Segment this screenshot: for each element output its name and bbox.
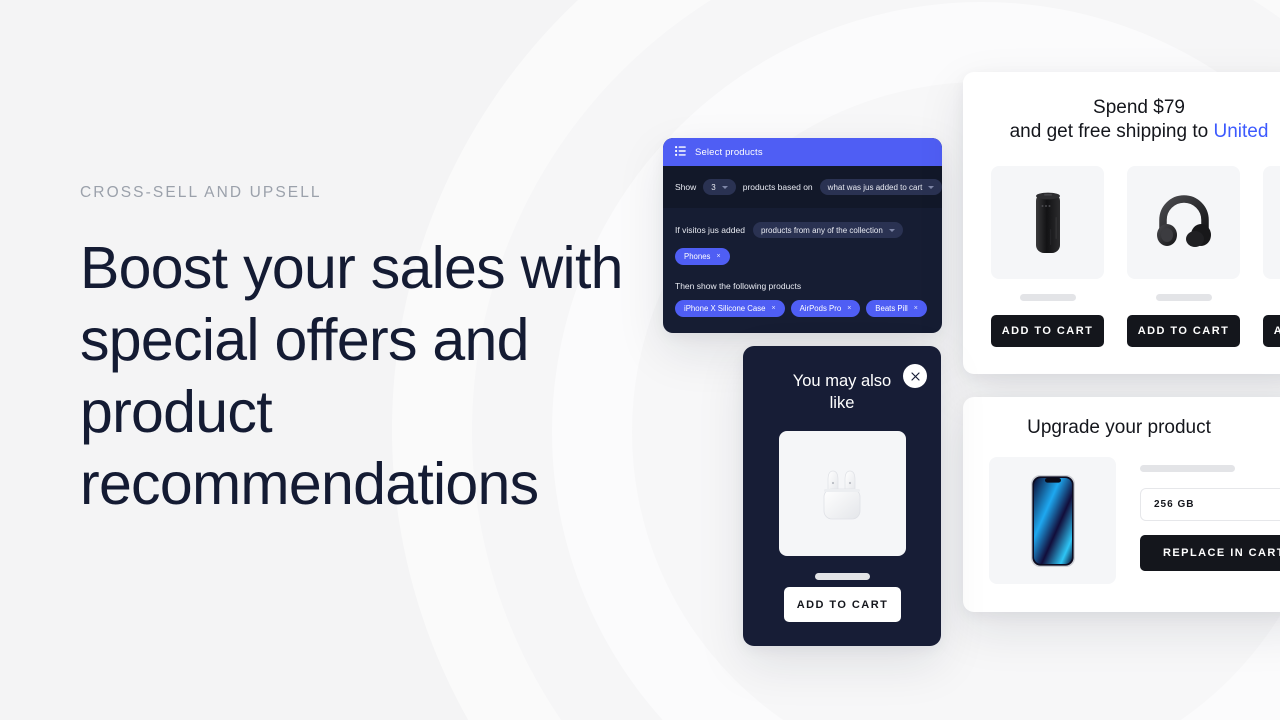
condition-label: If visitos jus added bbox=[675, 225, 745, 235]
chevron-down-icon bbox=[888, 228, 895, 232]
product-title-placeholder bbox=[814, 573, 870, 580]
airpods-image bbox=[823, 470, 861, 519]
variant-value: 256 GB bbox=[1154, 499, 1195, 510]
product-image-container bbox=[778, 431, 906, 556]
product-image-container bbox=[989, 457, 1116, 584]
free-shipping-prefix: and get free shipping to bbox=[1009, 121, 1209, 142]
list-icon bbox=[675, 143, 686, 161]
iphone-image bbox=[1030, 474, 1075, 567]
upgrade-product-card: Upgrade your product 256 GB REPLACE IN C… bbox=[963, 397, 1280, 612]
recommendation-source-dropdown[interactable]: what was jus added to cart bbox=[819, 179, 942, 195]
product-tag-label: AirPods Pro bbox=[799, 304, 842, 313]
replace-in-cart-button[interactable]: REPLACE IN CART bbox=[1140, 535, 1280, 571]
headphones-image bbox=[1156, 194, 1211, 247]
close-icon[interactable]: × bbox=[847, 305, 851, 312]
result-label: Then show the following products bbox=[675, 281, 802, 291]
add-to-cart-button[interactable]: ADD TO CART bbox=[1127, 315, 1240, 347]
collection-tag-label: Phones bbox=[684, 252, 711, 261]
product-tag[interactable]: Beats Pill × bbox=[866, 300, 927, 317]
show-count-row: Show 3 products based on what was jus ad… bbox=[663, 166, 942, 208]
select-products-title: Select products bbox=[695, 146, 763, 158]
product-title-placeholder bbox=[1019, 294, 1076, 301]
upgrade-product-options: 256 GB REPLACE IN CART bbox=[1140, 457, 1280, 584]
select-products-panel: Select products Show 3 products based on… bbox=[663, 138, 942, 333]
add-to-cart-button[interactable]: ADD TO CART bbox=[1263, 315, 1280, 347]
close-icon bbox=[910, 371, 920, 381]
free-shipping-card: Spend $79 and get free shipping to Unite… bbox=[963, 72, 1280, 374]
product-tag[interactable]: iPhone X Silicone Case × bbox=[675, 300, 785, 317]
spend-amount-line: Spend $79 bbox=[1093, 97, 1185, 118]
product-title-placeholder bbox=[1155, 294, 1212, 301]
hero-kicker: CROSS-SELL AND UPSELL bbox=[80, 184, 322, 201]
page-title: Boost your sales with special offers and… bbox=[80, 235, 623, 517]
product-card: ADD TO CART bbox=[991, 166, 1104, 347]
close-icon[interactable]: × bbox=[914, 305, 918, 312]
product-card: ADD TO CART bbox=[1127, 166, 1240, 347]
you-may-also-like-card: You may also like ADD TO CART bbox=[743, 346, 941, 646]
country-link[interactable]: United bbox=[1213, 121, 1268, 142]
add-to-cart-button[interactable]: ADD TO CART bbox=[991, 315, 1104, 347]
product-count-dropdown[interactable]: 3 bbox=[703, 179, 736, 195]
product-image-container bbox=[1127, 166, 1240, 279]
upgrade-product-title: Upgrade your product bbox=[1027, 417, 1211, 438]
collection-scope-value: products from any of the collection bbox=[760, 225, 883, 235]
recommended-products-row: ADD TO CART ADD TO CART A bbox=[963, 144, 1280, 347]
condition-tag-row: Phones × bbox=[675, 248, 930, 265]
result-tag-row: iPhone X Silicone Case × AirPods Pro × B… bbox=[675, 300, 930, 317]
product-title-placeholder bbox=[1140, 465, 1235, 472]
chevron-down-icon bbox=[721, 185, 728, 189]
product-tag-label: iPhone X Silicone Case bbox=[684, 304, 766, 313]
collection-tag[interactable]: Phones × bbox=[675, 248, 730, 265]
select-products-header: Select products bbox=[663, 138, 942, 166]
variant-select[interactable]: 256 GB bbox=[1140, 488, 1280, 521]
product-card: ADD TO CART bbox=[1263, 166, 1280, 347]
product-image-container bbox=[991, 166, 1104, 279]
product-count-value: 3 bbox=[711, 182, 716, 192]
select-products-body: If visitos jus added products from any o… bbox=[663, 208, 942, 333]
upgrade-product-body: 256 GB REPLACE IN CART bbox=[963, 439, 1280, 584]
chevron-down-icon bbox=[928, 185, 935, 189]
products-based-on-label: products based on bbox=[742, 182, 813, 192]
condition-row: If visitos jus added products from any o… bbox=[675, 222, 930, 238]
product-tag[interactable]: AirPods Pro × bbox=[790, 300, 861, 317]
free-shipping-title: Spend $79 and get free shipping to Unite… bbox=[963, 96, 1280, 144]
recommendation-source-value: what was jus added to cart bbox=[827, 182, 923, 192]
product-image-container bbox=[1263, 166, 1280, 279]
close-icon[interactable]: × bbox=[771, 305, 775, 312]
collection-scope-dropdown[interactable]: products from any of the collection bbox=[752, 222, 903, 238]
show-label: Show bbox=[675, 182, 697, 192]
product-tag-label: Beats Pill bbox=[875, 304, 908, 313]
close-button[interactable] bbox=[903, 364, 927, 388]
hero-copy: CROSS-SELL AND UPSELL Boost your sales w… bbox=[80, 184, 640, 520]
close-icon[interactable]: × bbox=[716, 253, 720, 260]
speaker-image bbox=[1035, 192, 1060, 253]
add-to-cart-button[interactable]: ADD TO CART bbox=[784, 587, 901, 622]
